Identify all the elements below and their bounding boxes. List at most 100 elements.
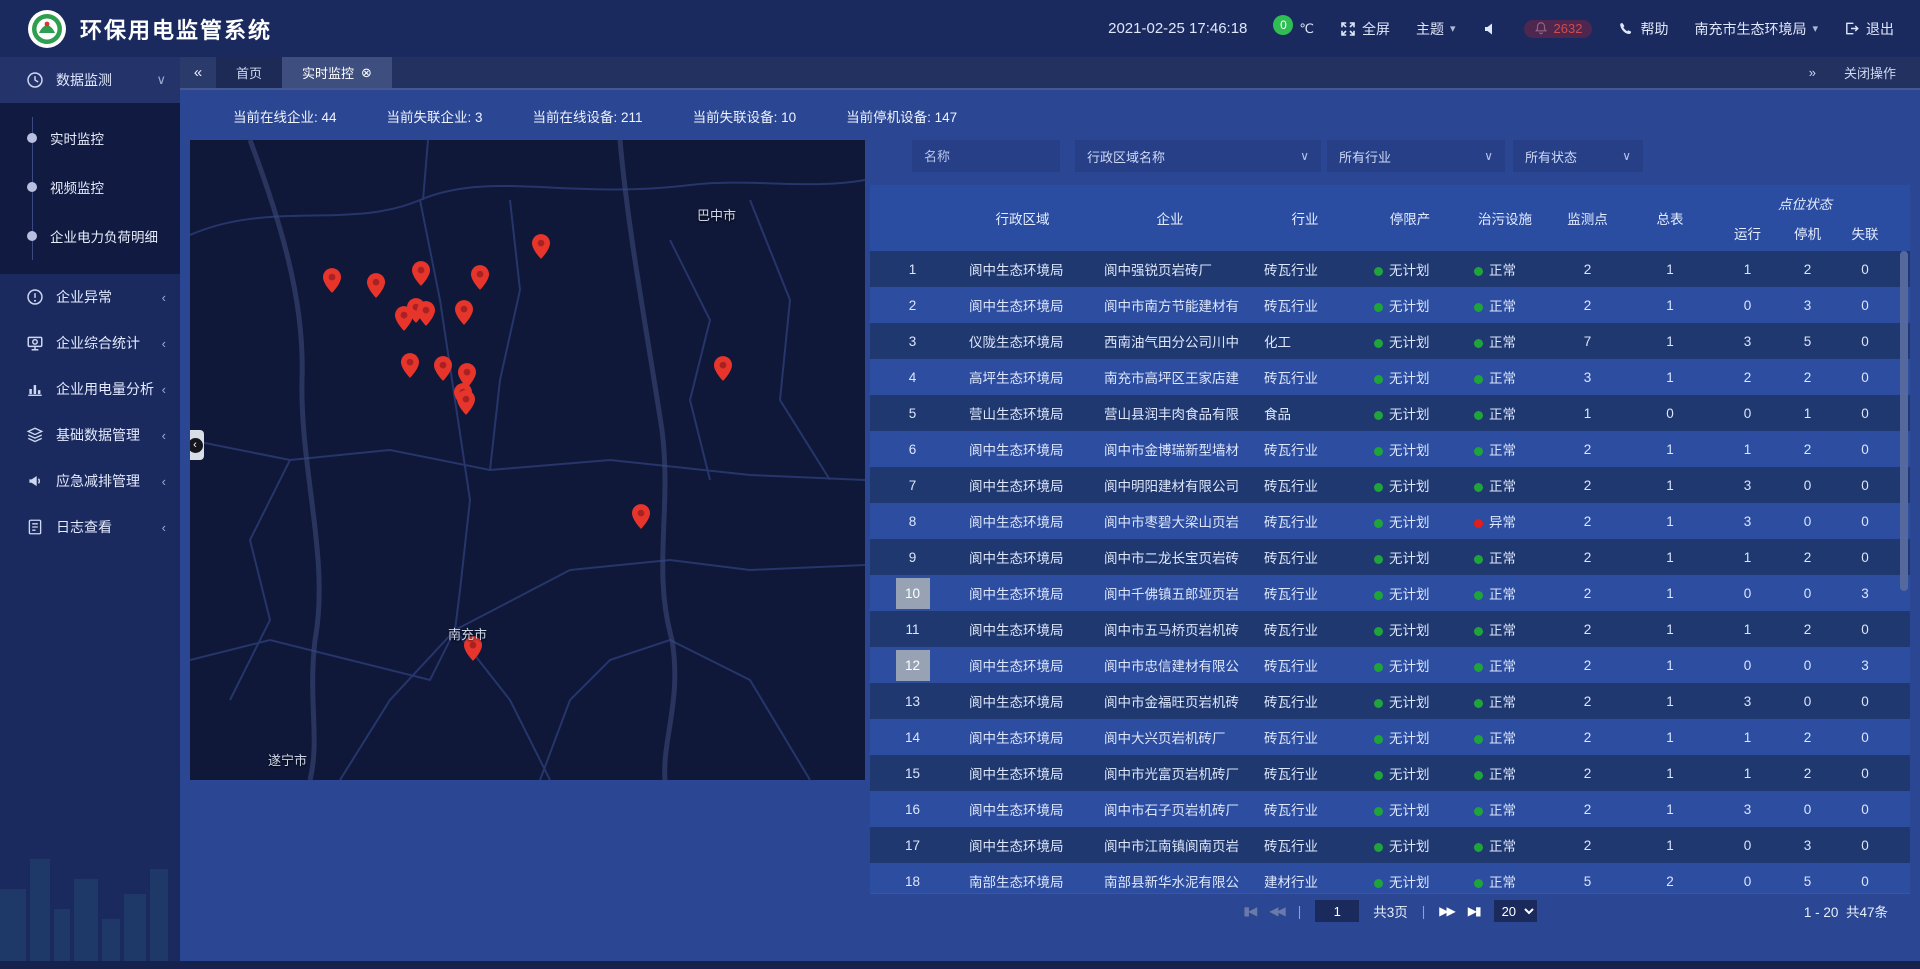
sidebar-item-label: 实时监控 xyxy=(50,128,104,148)
row-meters: 1 xyxy=(1625,262,1715,277)
fullscreen-button[interactable]: 全屏 xyxy=(1340,19,1390,39)
map-pin-icon[interactable] xyxy=(367,273,385,298)
table-row[interactable]: 7阆中生态环境局阆中明阳建材有限公司砖瓦行业无计划正常21300 xyxy=(870,467,1910,503)
row-run: 0 xyxy=(1715,586,1780,601)
col-region: 行政区域 xyxy=(955,185,1090,251)
map-pin-icon[interactable] xyxy=(323,268,341,293)
row-index: 12 xyxy=(870,650,955,681)
table-row[interactable]: 9阆中生态环境局阆中市二龙长宝页岩砖砖瓦行业无计划正常21120 xyxy=(870,539,1910,575)
sidebar-item-视频监控[interactable]: 视频监控 xyxy=(0,162,180,211)
last-page-icon[interactable]: ▶▮ xyxy=(1468,904,1480,918)
row-facility-status: 正常 xyxy=(1460,367,1550,387)
prev-page-icon[interactable]: ◀◀ xyxy=(1269,904,1283,918)
row-company: 阆中市光富页岩机砖厂 xyxy=(1090,763,1250,783)
table-row[interactable]: 11阆中生态环境局阆中市五马桥页岩机砖砖瓦行业无计划正常21120 xyxy=(870,611,1910,647)
row-industry: 建材行业 xyxy=(1250,871,1360,891)
region-filter-dropdown[interactable]: 行政区域名称 ∨ xyxy=(1075,140,1321,172)
map-pin-icon[interactable] xyxy=(457,390,475,415)
next-page-icon[interactable]: ▶▶ xyxy=(1439,904,1453,918)
map-pin-icon[interactable] xyxy=(412,261,430,286)
sidebar-group-企业异常[interactable]: 企业异常‹ xyxy=(0,274,180,320)
map-pin-icon[interactable] xyxy=(471,265,489,290)
table-row[interactable]: 10阆中生态环境局阆中千佛镇五郎垭页岩砖瓦行业无计划正常21003 xyxy=(870,575,1910,611)
map-collapse-handle[interactable]: ‹ xyxy=(190,430,204,460)
sidebar-item-企业电力负荷明细[interactable]: 企业电力负荷明细 xyxy=(0,211,180,260)
close-operations-button[interactable]: 关闭操作 xyxy=(1844,63,1896,82)
table-row[interactable]: 3仪陇生态环境局西南油气田分公司川中化工无计划正常71350 xyxy=(870,323,1910,359)
notification-badge[interactable]: 2632 xyxy=(1524,20,1593,38)
sidebar-group-企业综合统计[interactable]: 企业综合统计‹ xyxy=(0,320,180,366)
theme-dropdown[interactable]: 主题 ▾ xyxy=(1416,19,1456,39)
table-scrollbar[interactable] xyxy=(1900,251,1908,591)
tabs-scroll-right-icon[interactable]: » xyxy=(1809,65,1816,80)
map-pin-icon[interactable] xyxy=(714,356,732,381)
total-pages-label: 共3页 xyxy=(1373,901,1408,921)
industry-filter-dropdown[interactable]: 所有行业 ∨ xyxy=(1327,140,1505,172)
first-page-icon[interactable]: ▮◀ xyxy=(1243,904,1255,918)
name-filter-input[interactable] xyxy=(912,140,1060,172)
page-number-input[interactable] xyxy=(1315,900,1359,922)
row-meters: 1 xyxy=(1625,586,1715,601)
row-meters: 1 xyxy=(1625,370,1715,385)
org-dropdown[interactable]: 南充市生态环境局 ▾ xyxy=(1694,19,1818,39)
table-row[interactable]: 13阆中生态环境局阆中市金福旺页岩机砖砖瓦行业无计划正常21300 xyxy=(870,683,1910,719)
map-city-label: 巴中市 xyxy=(697,205,736,224)
table-row[interactable]: 17阆中生态环境局阆中市江南镇阆南页岩砖瓦行业无计划正常21030 xyxy=(870,827,1910,863)
table-row[interactable]: 12阆中生态环境局阆中市忠信建材有限公砖瓦行业无计划正常21003 xyxy=(870,647,1910,683)
row-run: 0 xyxy=(1715,298,1780,313)
name-input[interactable] xyxy=(924,149,1048,164)
row-stop: 2 xyxy=(1780,730,1835,745)
map-pin-icon[interactable] xyxy=(401,353,419,378)
table-row[interactable]: 2阆中生态环境局阆中市南方节能建材有砖瓦行业无计划正常21030 xyxy=(870,287,1910,323)
row-points: 2 xyxy=(1550,298,1625,313)
tab-home[interactable]: 首页 xyxy=(216,57,282,88)
map-pin-icon[interactable] xyxy=(434,356,452,381)
row-region: 阆中生态环境局 xyxy=(955,727,1090,747)
sidebar-item-实时监控[interactable]: 实时监控 xyxy=(0,113,180,162)
org-label: 南充市生态环境局 xyxy=(1694,19,1806,39)
sidebar-group-数据监测[interactable]: 数据监测∨ xyxy=(0,57,180,103)
chevron-left-icon: ‹ xyxy=(162,520,166,535)
sidebar-group-日志查看[interactable]: 日志查看‹ xyxy=(0,504,180,550)
status-dot-icon xyxy=(1474,447,1483,456)
close-tab-icon[interactable]: ⊗ xyxy=(361,65,372,81)
mute-button[interactable] xyxy=(1482,21,1498,37)
table-row[interactable]: 18南部生态环境局南部县新华水泥有限公建材行业无计划正常52050 xyxy=(870,863,1910,893)
sidebar-group-应急减排管理[interactable]: 应急减排管理‹ xyxy=(0,458,180,504)
page-size-select[interactable]: 20 xyxy=(1494,900,1537,922)
row-run: 2 xyxy=(1715,370,1780,385)
tabs-scroll-left-icon[interactable]: « xyxy=(180,57,216,88)
map-pin-icon[interactable] xyxy=(632,504,650,529)
tab-realtime-monitor[interactable]: 实时监控 ⊗ xyxy=(282,57,392,88)
sidebar-group-企业用电量分析[interactable]: 企业用电量分析‹ xyxy=(0,366,180,412)
layers-icon xyxy=(26,426,44,444)
map-pin-icon[interactable] xyxy=(417,301,435,326)
row-run: 1 xyxy=(1715,442,1780,457)
row-run: 0 xyxy=(1715,874,1780,889)
table-row[interactable]: 8阆中生态环境局阆中市枣碧大梁山页岩砖瓦行业无计划异常21300 xyxy=(870,503,1910,539)
status-filter-dropdown[interactable]: 所有状态 ∨ xyxy=(1513,140,1643,172)
row-industry: 砖瓦行业 xyxy=(1250,799,1360,819)
table-row[interactable]: 4高坪生态环境局南充市高坪区王家店建砖瓦行业无计划正常31220 xyxy=(870,359,1910,395)
row-stop: 0 xyxy=(1780,694,1835,709)
row-index: 17 xyxy=(870,830,955,861)
help-button[interactable]: 帮助 xyxy=(1618,19,1668,39)
map-panel[interactable]: 巴中市南充市遂宁市 ‹ xyxy=(190,140,865,780)
table-row[interactable]: 1阆中生态环境局阆中强锐页岩砖厂砖瓦行业无计划正常21120 xyxy=(870,251,1910,287)
row-meters: 1 xyxy=(1625,478,1715,493)
table-row[interactable]: 5营山生态环境局营山县润丰肉食品有限食品无计划正常10010 xyxy=(870,395,1910,431)
temperature: 0 ℃ xyxy=(1273,21,1314,37)
table-row[interactable]: 6阆中生态环境局阆中市金博瑞新型墙材砖瓦行业无计划正常21120 xyxy=(870,431,1910,467)
table-row[interactable]: 15阆中生态环境局阆中市光富页岩机砖厂砖瓦行业无计划正常21120 xyxy=(870,755,1910,791)
row-company: 南部县新华水泥有限公 xyxy=(1090,871,1250,891)
map-pin-icon[interactable] xyxy=(455,300,473,325)
map-pin-icon[interactable] xyxy=(532,234,550,259)
table-row[interactable]: 14阆中生态环境局阆中大兴页岩机砖厂砖瓦行业无计划正常21120 xyxy=(870,719,1910,755)
row-facility-status: 正常 xyxy=(1460,547,1550,567)
table-row[interactable]: 16阆中生态环境局阆中市石子页岩机砖厂砖瓦行业无计划正常21300 xyxy=(870,791,1910,827)
row-lost: 0 xyxy=(1835,622,1895,637)
temperature-value: 0 xyxy=(1273,15,1293,35)
row-points: 2 xyxy=(1550,730,1625,745)
logout-button[interactable]: 退出 xyxy=(1844,19,1894,39)
sidebar-group-基础数据管理[interactable]: 基础数据管理‹ xyxy=(0,412,180,458)
